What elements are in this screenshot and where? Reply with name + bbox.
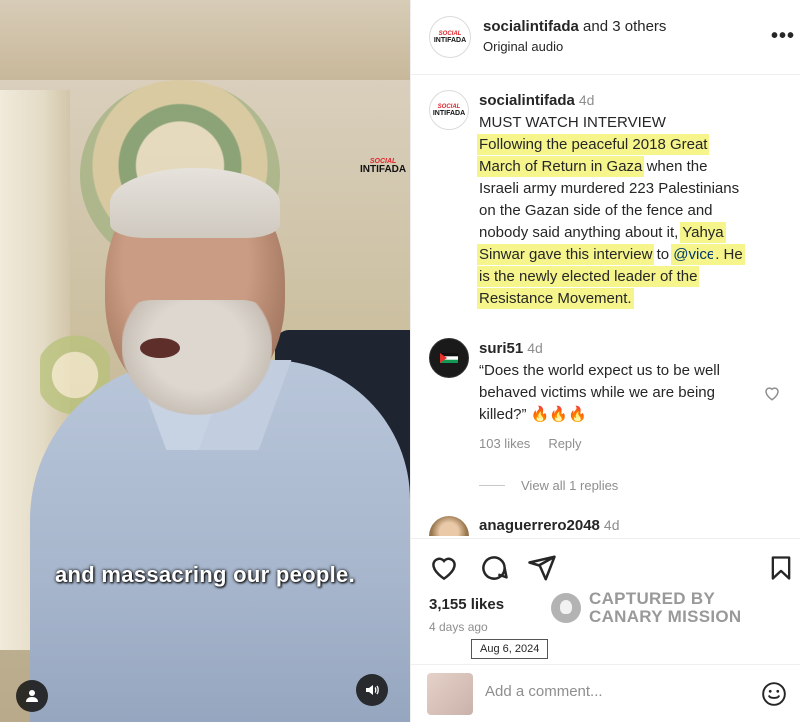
- caption-username[interactable]: socialintifada 4d: [479, 92, 594, 109]
- video-background: [0, 0, 410, 80]
- post-author: socialintifada and 3 others: [483, 18, 666, 35]
- add-comment-bar: [411, 664, 800, 722]
- audio-link[interactable]: Original audio: [483, 39, 563, 54]
- view-replies-button[interactable]: View all 1 replies: [479, 478, 618, 493]
- avatar: [427, 673, 473, 715]
- comment-likes[interactable]: 103 likes: [479, 436, 530, 451]
- watermark: CAPTURED BY CANARY MISSION: [551, 590, 742, 626]
- audio-toggle-button[interactable]: [356, 674, 388, 706]
- more-options-icon[interactable]: •••: [771, 26, 795, 46]
- comment-username[interactable]: anaguerrero2048 4d: [479, 517, 619, 534]
- comment-icon[interactable]: [479, 553, 509, 583]
- comment-username[interactable]: suri51 4d: [479, 340, 543, 357]
- video-subtitle: and massacring our people.: [55, 562, 355, 587]
- reply-button[interactable]: Reply: [548, 436, 581, 451]
- author-username[interactable]: socialintifada: [483, 18, 579, 35]
- post-likes[interactable]: 3,155 likes: [429, 596, 504, 613]
- bookmark-icon[interactable]: [767, 553, 795, 583]
- flag-badge-icon: [440, 353, 458, 363]
- person-beard: [122, 300, 272, 415]
- comments-list[interactable]: SOCIAL INTIFADA socialintifada 4d MUST WA…: [411, 76, 800, 536]
- emoji-icon[interactable]: [761, 681, 787, 707]
- collaborators-link[interactable]: and 3 others: [579, 18, 666, 35]
- share-icon[interactable]: [527, 553, 557, 583]
- post-side-panel: SOCIAL INTIFADA socialintifada and 3 oth…: [410, 0, 800, 722]
- post-header: SOCIAL INTIFADA socialintifada and 3 oth…: [411, 0, 800, 75]
- comment-text: “Does the world expect us to be well beh…: [479, 362, 720, 423]
- vice-mention-link[interactable]: @vice: [673, 246, 716, 263]
- tagged-users-button[interactable]: [16, 680, 48, 712]
- avatar[interactable]: [429, 516, 469, 536]
- user-icon: [26, 690, 38, 702]
- avatar[interactable]: SOCIAL INTIFADA: [429, 16, 471, 58]
- like-icon[interactable]: [429, 553, 459, 583]
- date-tooltip: Aug 6, 2024: [471, 639, 549, 659]
- like-comment-icon[interactable]: [763, 384, 781, 402]
- person-mouth: [140, 338, 180, 358]
- person-hair: [110, 168, 280, 238]
- comment-meta: 103 likes Reply: [479, 436, 600, 451]
- post-timestamp[interactable]: 4 days ago: [429, 620, 488, 634]
- divider: [479, 485, 505, 486]
- comment-input[interactable]: [485, 683, 745, 700]
- video-brand-logo: SOCIAL INTIFADA: [360, 158, 407, 175]
- caption-text: MUST WATCH INTERVIEW Following the peace…: [479, 114, 743, 307]
- canary-logo-icon: [551, 593, 581, 623]
- post-video[interactable]: SOCIAL INTIFADA and massacring our peopl…: [0, 0, 410, 722]
- avatar[interactable]: [429, 338, 469, 378]
- avatar[interactable]: SOCIAL INTIFADA: [429, 90, 469, 130]
- speaker-icon: [366, 685, 379, 695]
